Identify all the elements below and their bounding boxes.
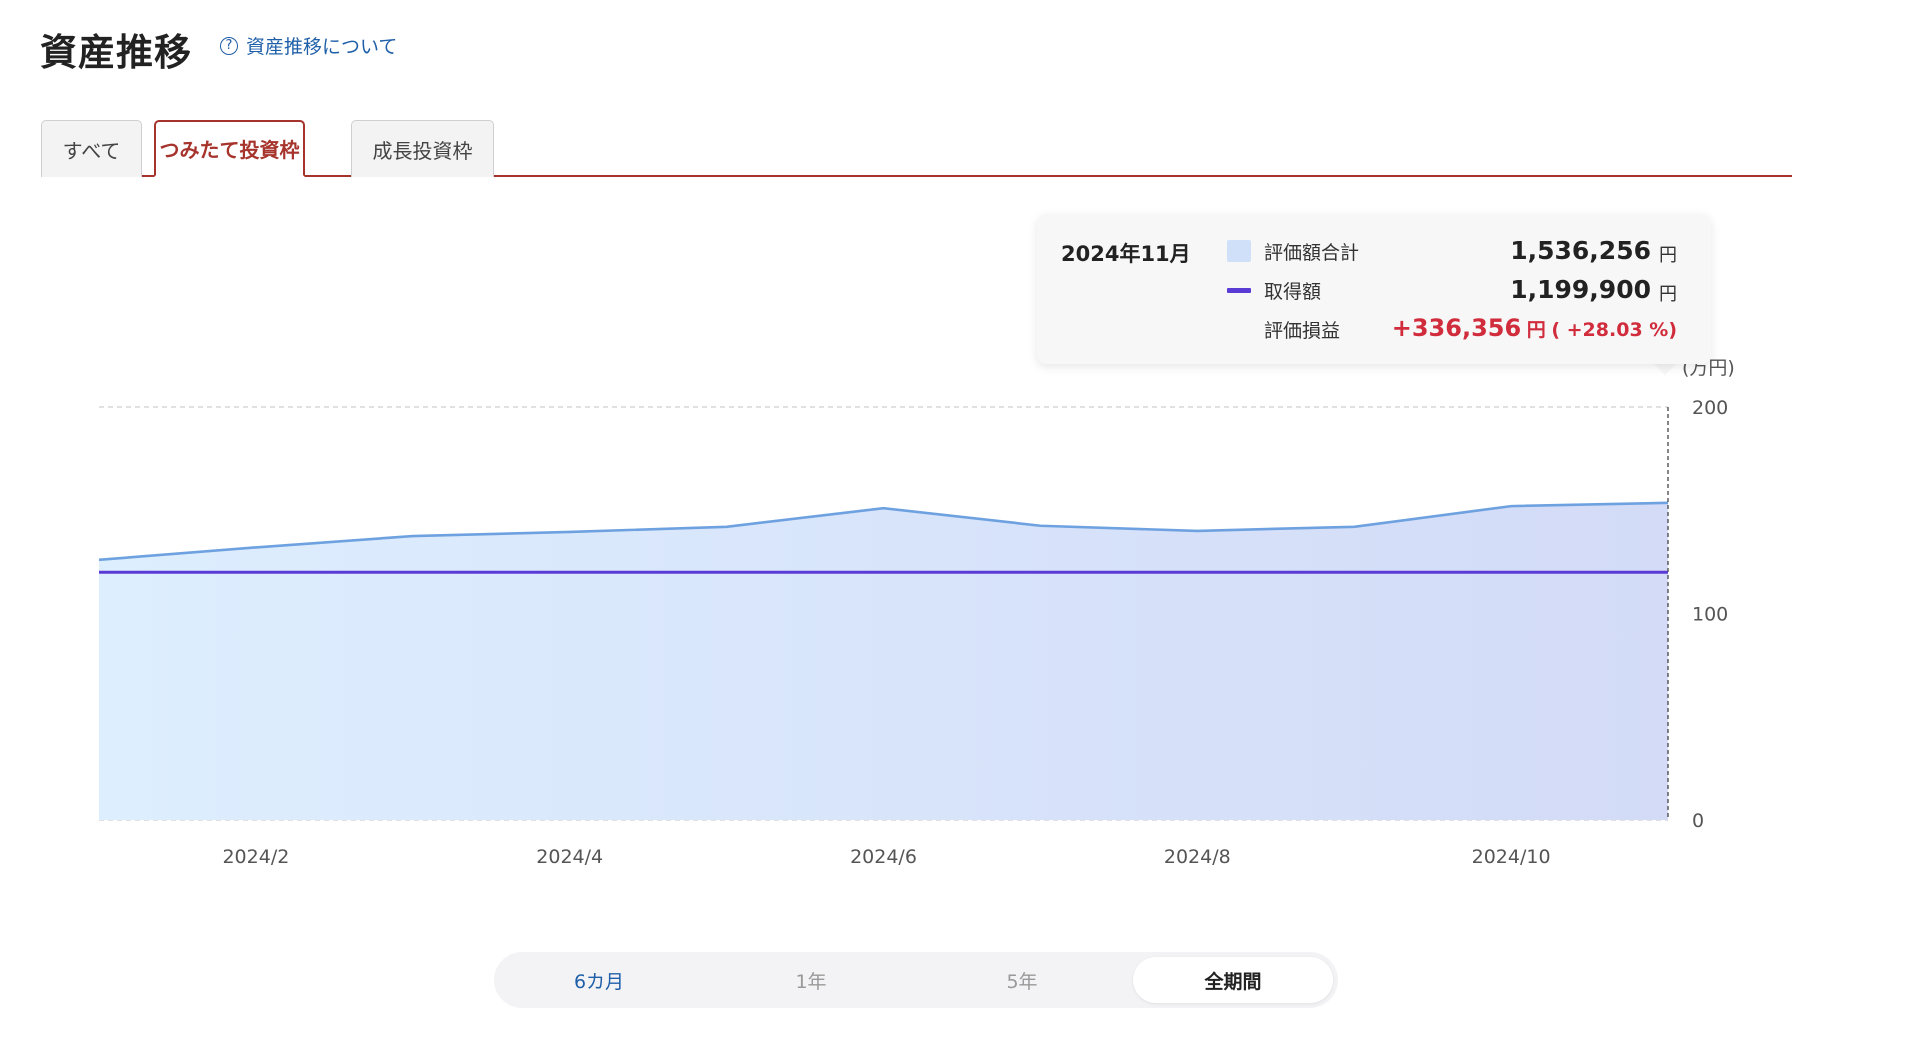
period-selector: 6カ月 1年 5年 全期間 <box>494 952 1338 1008</box>
tooltip-label: 評価額合計 <box>1264 242 1360 264</box>
asset-chart[interactable]: 0100200(万円)2024/2 2024/4 2024/6 2024/8 2024/… <box>0 0 1920 1055</box>
tooltip-unit: 円 <box>1659 284 1677 305</box>
x-tick-label: 2024/2 <box>222 846 289 868</box>
gain-value: +336,356 円 ( +28.03 %) <box>1392 314 1677 342</box>
period-all-button[interactable]: 全期間 <box>1133 957 1333 1003</box>
tooltip-label: 評価損益 <box>1264 320 1341 342</box>
tooltip-unit: 円 <box>1659 245 1677 266</box>
chart-tooltip: 2024年11月 評価額合計 1,536,256 円 取得額 1,199,900… <box>1037 214 1711 364</box>
y-tick-label: 0 <box>1692 810 1704 832</box>
gain-amount: +336,356 <box>1391 314 1522 342</box>
y-tick-label: 200 <box>1692 397 1728 419</box>
y-tick-label: 100 <box>1692 604 1728 626</box>
tooltip-row-gain: 評価損益 +336,356 円 ( +28.03 %) <box>1227 314 1687 344</box>
x-tick-label: 2024/8 <box>1164 846 1231 868</box>
x-tick-label: 2024/10 <box>1472 846 1551 868</box>
period-5y-button[interactable]: 5年 <box>922 957 1122 1003</box>
tooltip-value: 1,199,900 <box>1510 275 1651 304</box>
valuation-area <box>99 502 1668 820</box>
period-1y-button[interactable]: 1年 <box>711 957 911 1003</box>
area-swatch-icon <box>1227 240 1251 262</box>
gain-unit: 円 <box>1526 319 1546 341</box>
gain-percent: ( +28.03 %) <box>1551 319 1677 341</box>
tooltip-row-cost: 取得額 1,199,900 円 <box>1227 275 1687 305</box>
tooltip-label: 取得額 <box>1264 281 1322 303</box>
tooltip-date: 2024年11月 <box>1061 242 1191 266</box>
tooltip-arrow <box>1653 363 1677 375</box>
tooltip-value: 1,536,256 <box>1510 236 1651 265</box>
line-swatch-icon <box>1227 288 1251 293</box>
period-6m-button[interactable]: 6カ月 <box>499 957 699 1003</box>
tooltip-row-valuation: 評価額合計 1,536,256 円 <box>1227 236 1687 266</box>
x-tick-label: 2024/6 <box>850 846 917 868</box>
x-tick-label: 2024/4 <box>536 846 603 868</box>
